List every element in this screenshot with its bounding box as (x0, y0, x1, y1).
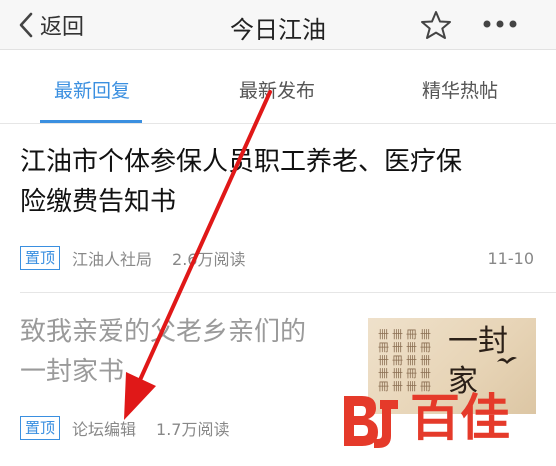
tab-latest-replies[interactable]: 最新回复 (2, 76, 182, 103)
post-title-line: 险缴费告知书 (20, 187, 177, 217)
pinned-badge: 置顶 (20, 246, 61, 270)
tab-latest-posts[interactable]: 最新发布 (187, 76, 367, 103)
thumbnail-calligraphy: 冊卌卌冊卌 (406, 328, 417, 393)
post-meta: 置顶 论坛编辑 1.7万阅读 (20, 416, 229, 440)
post-title-line: 江油市个体参保人员职工养老、医疗保 (20, 147, 463, 177)
page-title: 今日江油 (230, 16, 326, 44)
post-views: 1.7万阅读 (156, 420, 230, 439)
tab-bar: 最新回复 最新发布 精华热帖 (0, 50, 556, 124)
thumbnail-calligraphy: 卌冊卌卌冊 (378, 328, 389, 393)
pinned-badge: 置顶 (20, 416, 61, 440)
post-views: 2.6万阅读 (172, 250, 246, 269)
post-meta: 置顶 江油人社局 2.6万阅读 11-10 (20, 246, 536, 270)
top-nav-bar: 返回 今日江油 (0, 0, 556, 50)
post-title-line: 一封家书 (20, 357, 125, 387)
post-source: 论坛编辑 (72, 420, 137, 439)
divider (20, 292, 556, 293)
watermark-text: 百佳 (410, 389, 510, 447)
star-icon[interactable] (420, 10, 452, 40)
post-title: 致我亲爱的父老乡亲们的 一封家书 (20, 312, 340, 392)
watermark-logo-icon (344, 396, 398, 448)
thumbnail-calligraphy: 卌卌冊卌卌 (392, 328, 403, 393)
active-tab-indicator (40, 120, 142, 123)
list-item[interactable]: 江油市个体参保人员职工养老、医疗保 险缴费告知书 置顶 江油人社局 2.6万阅读… (20, 142, 536, 270)
list-item[interactable]: 致我亲爱的父老乡亲们的 一封家书 卌冊卌卌冊 卌卌冊卌卌 冊卌卌冊卌 卌冊卌卌冊… (20, 312, 536, 440)
watermark: 百佳 (340, 388, 540, 452)
thumbnail-calligraphy: 卌冊卌卌冊 (420, 328, 431, 393)
post-title: 江油市个体参保人员职工养老、医疗保 险缴费告知书 (20, 142, 536, 222)
post-title-line: 致我亲爱的父老乡亲们的 (20, 317, 307, 347)
tab-featured[interactable]: 精华热帖 (370, 76, 550, 103)
bird-icon (497, 357, 517, 364)
post-source: 江油人社局 (72, 250, 153, 269)
post-date: 11-10 (487, 248, 535, 268)
more-icon[interactable] (482, 18, 518, 30)
